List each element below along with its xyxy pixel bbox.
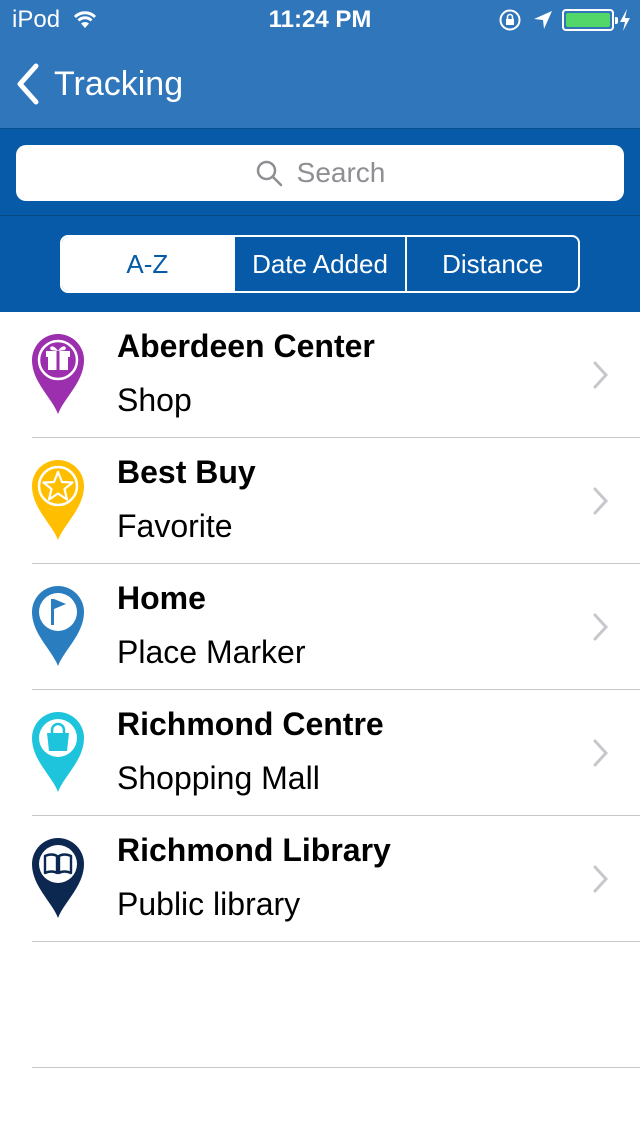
status-bar: iPod 11:24 PM	[0, 0, 640, 40]
sort-option-distance[interactable]: Distance	[405, 237, 578, 291]
place-category: Favorite	[117, 508, 233, 544]
book-pin-icon	[32, 838, 84, 918]
search-placeholder: Search	[296, 157, 386, 188]
chevron-right-icon	[593, 361, 609, 389]
chevron-right-icon	[593, 865, 609, 893]
chevron-right-icon	[593, 613, 609, 641]
place-name: Richmond Centre	[117, 706, 384, 742]
chevron-right-icon	[593, 487, 609, 515]
row-separator	[32, 1067, 640, 1068]
search-icon	[256, 160, 282, 187]
place-category: Shop	[117, 382, 192, 418]
sort-segmented-control: A-Z Date Added Distance	[60, 235, 580, 293]
back-button-label: Tracking	[54, 64, 184, 103]
list-item[interactable]: Aberdeen Center Shop	[0, 312, 640, 438]
rotation-lock-icon	[499, 9, 521, 31]
list-item[interactable]: Richmond Centre Shopping Mall	[0, 690, 640, 816]
battery-icon	[562, 9, 618, 31]
list-item[interactable]: Richmond Library Public library	[0, 816, 640, 942]
charging-bolt-icon	[620, 9, 630, 31]
place-category: Public library	[117, 886, 301, 922]
back-button[interactable]: Tracking	[14, 60, 183, 108]
sort-option-a-z[interactable]: A-Z	[62, 237, 233, 291]
sort-option-date-added[interactable]: Date Added	[232, 237, 406, 291]
search-and-sort-bar: Search A-Z Date Added Distance	[0, 128, 640, 312]
places-list: Aberdeen Center Shop Best Buy Favorite H…	[0, 312, 640, 1068]
star-pin-icon	[32, 460, 84, 540]
place-category: Shopping Mall	[117, 760, 320, 796]
chevron-right-icon	[593, 739, 609, 767]
place-name: Home	[117, 580, 206, 616]
list-item[interactable]: Best Buy Favorite	[0, 438, 640, 564]
search-divider	[0, 215, 640, 216]
search-input[interactable]: Search	[16, 145, 624, 201]
empty-list-row	[0, 942, 640, 1068]
navigation-header: iPod 11:24 PM Tracking	[0, 0, 640, 128]
location-arrow-icon	[534, 11, 552, 29]
place-name: Richmond Library	[117, 832, 391, 868]
chevron-left-icon	[17, 63, 39, 105]
place-category: Place Marker	[117, 634, 306, 670]
place-name: Best Buy	[117, 454, 256, 490]
battery-level	[566, 13, 610, 27]
flag-pin-icon	[32, 586, 84, 666]
list-item[interactable]: Home Place Marker	[0, 564, 640, 690]
gift-pin-icon	[32, 334, 84, 414]
shopping-bag-pin-icon	[32, 712, 84, 792]
place-name: Aberdeen Center	[117, 328, 375, 364]
